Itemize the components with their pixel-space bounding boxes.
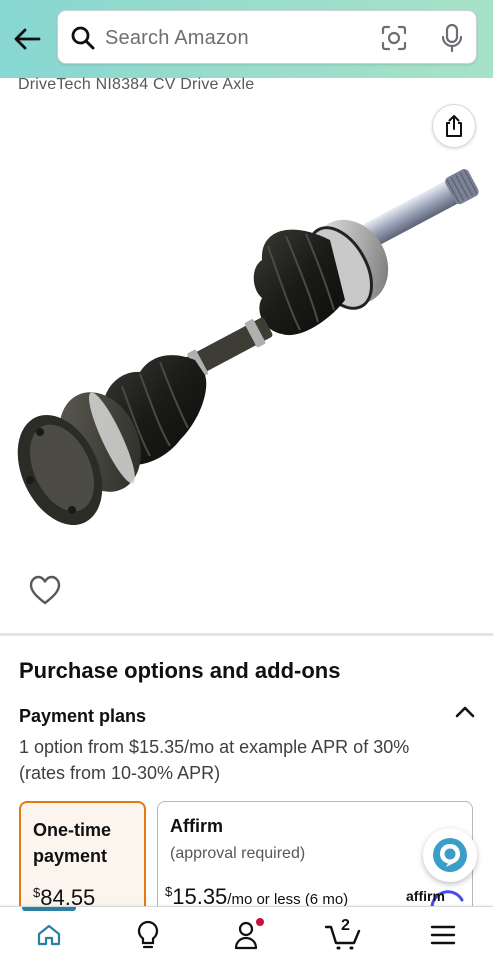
affirm-logo-text: affirm (406, 888, 445, 904)
top-bar: Search Amazon (0, 0, 493, 78)
lightbulb-icon (137, 920, 159, 949)
product-title: DriveTech NI8384 CV Drive Axle (18, 76, 255, 93)
heart-icon[interactable] (28, 574, 62, 606)
back-arrow-icon[interactable] (10, 22, 44, 56)
camera-lens-icon[interactable] (380, 24, 408, 52)
purchase-options-heading: Purchase options and add-ons (19, 658, 341, 683)
one-time-payment-option[interactable]: One-time payment $84.55 (19, 801, 146, 921)
alexa-button[interactable] (423, 828, 477, 882)
nav-home[interactable] (27, 915, 71, 955)
bottom-navigation: 2 (0, 906, 493, 960)
microphone-icon[interactable] (438, 23, 466, 53)
notification-dot (255, 917, 265, 927)
section-divider (0, 633, 493, 636)
active-tab-indicator (22, 907, 76, 911)
option-subtitle: (approval required) (170, 845, 306, 862)
share-icon (446, 115, 462, 137)
share-button[interactable] (432, 104, 476, 148)
payment-plans-description: 1 option from $15.35/mo at example APR o… (19, 737, 410, 783)
chevron-up-icon[interactable] (452, 700, 478, 724)
alexa-icon (433, 838, 467, 872)
home-icon (37, 924, 61, 946)
option-title: One-time payment (33, 820, 112, 866)
nav-menu[interactable] (421, 915, 465, 955)
nav-inspire[interactable] (126, 915, 170, 955)
search-input[interactable]: Search Amazon (105, 27, 249, 50)
product-image[interactable] (0, 150, 493, 570)
menu-icon (430, 925, 456, 945)
search-field[interactable]: Search Amazon (57, 10, 477, 64)
search-icon (71, 26, 95, 50)
cart-count: 2 (341, 917, 350, 934)
option-title: Affirm (170, 816, 223, 836)
payment-plans-heading: Payment plans (19, 706, 147, 726)
